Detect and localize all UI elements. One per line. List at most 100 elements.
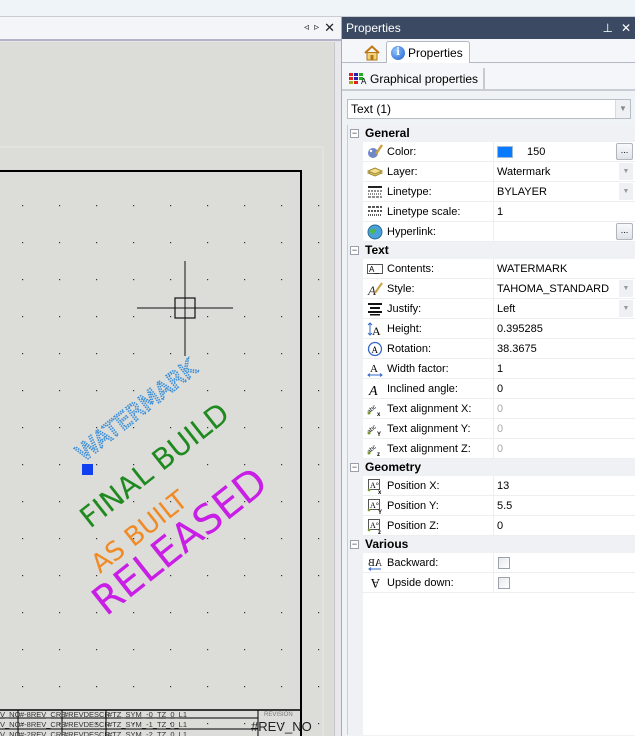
inclined-angle-value[interactable]: 0 — [497, 383, 503, 395]
property-row-text-alignment-x[interactable]: abc x Text alignment X: 0 — [363, 399, 635, 419]
property-row-justify[interactable]: Justify: Left ▼ — [363, 299, 635, 319]
close-document-icon[interactable]: ✕ — [324, 21, 335, 35]
position-z-value[interactable]: 0 — [497, 520, 503, 532]
property-row-linetype[interactable]: Linetype: BYLAYER ▼ — [363, 182, 635, 202]
category-general[interactable]: − General — [348, 125, 635, 142]
title-block-cell: #REVDESCR — [64, 720, 110, 729]
collapse-icon[interactable]: − — [350, 246, 359, 255]
grid-dot — [96, 205, 98, 207]
grid-dot — [170, 612, 172, 614]
grid-dot — [59, 242, 61, 244]
property-row-style[interactable]: A Style: TAHOMA_STANDARD ▼ — [363, 279, 635, 299]
collapse-icon[interactable]: − — [350, 129, 359, 138]
grid-dot — [170, 316, 172, 318]
property-row-text-alignment-y[interactable]: abc Y Text alignment Y: 0 — [363, 419, 635, 439]
grid-dot — [318, 686, 320, 688]
justify-value[interactable]: Left — [497, 303, 515, 315]
category-text[interactable]: − Text — [348, 242, 635, 259]
grid-dot — [170, 205, 172, 207]
property-row-width-factor[interactable]: A Width factor: 1 — [363, 359, 635, 379]
property-label: Position Y: — [387, 499, 439, 512]
linetype-scale-value[interactable]: 1 — [497, 206, 503, 218]
grid-dot — [207, 723, 209, 725]
vertical-scrollbar[interactable] — [334, 42, 341, 736]
width-factor-value[interactable]: 1 — [497, 363, 503, 375]
hyperlink-ellipsis-button[interactable]: ... — [616, 223, 633, 240]
document-area: ◃ ▹ ✕ WATERMARK FINAL BUILD AS BUILT RELEAS… — [0, 17, 341, 736]
grid-dot — [96, 316, 98, 318]
backward-checkbox[interactable] — [498, 556, 510, 569]
svg-text:z: z — [378, 530, 381, 534]
close-panel-icon[interactable]: ✕ — [621, 17, 631, 39]
grid-dot — [170, 686, 172, 688]
scroll-tabs-left-icon[interactable]: ◃ — [304, 21, 309, 35]
width-factor-icon: A — [367, 361, 383, 377]
text-height-icon: A — [367, 321, 383, 337]
property-row-linetype-scale[interactable]: Linetype scale: 1 — [363, 202, 635, 222]
property-row-contents[interactable]: A_ Contents: WATERMARK — [363, 259, 635, 279]
layer-value[interactable]: Watermark — [497, 166, 550, 178]
svg-text:A: A — [368, 384, 378, 397]
category-label: Geometry — [365, 460, 422, 474]
grid-dot — [133, 279, 135, 281]
property-row-color[interactable]: Color: 150... — [363, 142, 635, 162]
grid-dot — [22, 390, 24, 392]
scroll-tabs-right-icon[interactable]: ▹ — [314, 21, 319, 35]
grid-dot — [244, 612, 246, 614]
contents-value[interactable]: WATERMARK — [497, 263, 567, 275]
position-x-value[interactable]: 13 — [497, 480, 509, 492]
property-row-text-alignment-z[interactable]: abc z Text alignment Z: 0 — [363, 439, 635, 459]
property-row-position-x[interactable]: A° x Position X: 13 — [363, 476, 635, 496]
collapse-icon[interactable]: − — [350, 463, 359, 472]
selection-grip[interactable] — [82, 464, 93, 475]
property-row-inclined-angle[interactable]: A Inclined angle: 0 — [363, 379, 635, 399]
chevron-down-icon[interactable]: ▼ — [619, 300, 633, 317]
property-label: Position Z: — [387, 519, 439, 532]
pin-icon[interactable]: ⊥ — [602, 17, 612, 39]
tab-graphical-properties[interactable]: A Graphical properties — [346, 67, 486, 90]
property-row-height[interactable]: A Height: 0.395285 — [363, 319, 635, 339]
position-x-icon: A° x — [367, 478, 383, 494]
grid-dot — [170, 279, 172, 281]
color-value[interactable]: 150 — [527, 146, 545, 158]
grid-dot — [22, 575, 24, 577]
property-row-layer[interactable]: Layer: Watermark ▼ — [363, 162, 635, 182]
globe-icon — [367, 224, 383, 240]
chevron-down-icon[interactable]: ▼ — [619, 280, 633, 297]
chevron-down-icon[interactable]: ▼ — [619, 163, 633, 180]
text-align-x-icon: abc x — [367, 401, 383, 417]
position-y-value[interactable]: 5.5 — [497, 500, 512, 512]
color-ellipsis-button[interactable]: ... — [616, 143, 633, 160]
collapse-icon[interactable]: − — [350, 540, 359, 549]
drawing-canvas[interactable]: WATERMARK FINAL BUILD AS BUILT RELEASED V_N… — [0, 42, 334, 736]
style-value[interactable]: TAHOMA_STANDARD — [497, 283, 609, 295]
grid-dot — [318, 501, 320, 503]
property-row-position-y[interactable]: A° Y Position Y: 5.5 — [363, 496, 635, 516]
category-geometry[interactable]: − Geometry — [348, 459, 635, 476]
property-row-position-z[interactable]: A° z Position Z: 0 — [363, 516, 635, 536]
category-various[interactable]: − Various — [348, 536, 635, 553]
svg-text:Y: Y — [378, 510, 382, 514]
grid-dot — [133, 242, 135, 244]
grid-dot — [281, 686, 283, 688]
upside-down-checkbox[interactable] — [498, 576, 510, 589]
title-block-cell: _-2_TZ_0_L1 — [141, 730, 187, 736]
grid-dot — [170, 353, 172, 355]
grid-dot — [207, 575, 209, 577]
tab-home[interactable] — [354, 42, 390, 63]
property-row-rotation[interactable]: A Rotation: 38.3675 — [363, 339, 635, 359]
chevron-down-icon[interactable]: ▼ — [619, 183, 633, 200]
chevron-down-icon[interactable]: ▼ — [615, 100, 630, 118]
property-row-backward[interactable]: AB Backward: — [363, 553, 635, 573]
property-row-hyperlink[interactable]: Hyperlink: ... — [363, 222, 635, 242]
title-block-cell: #-8REV_CRE — [20, 720, 66, 729]
rotation-value[interactable]: 38.3675 — [497, 343, 537, 355]
linetype-value[interactable]: BYLAYER — [497, 186, 547, 198]
property-row-upside-down[interactable]: A Upside down: — [363, 573, 635, 593]
svg-text:A: A — [367, 283, 376, 297]
title-block-cell: V_NO — [0, 730, 21, 736]
height-value[interactable]: 0.395285 — [497, 323, 543, 335]
title-block-cell: #TZ_SYM — [108, 730, 142, 736]
selection-dropdown[interactable]: Text (1) ▼ — [347, 99, 631, 119]
tab-properties[interactable]: i Properties — [386, 41, 470, 63]
